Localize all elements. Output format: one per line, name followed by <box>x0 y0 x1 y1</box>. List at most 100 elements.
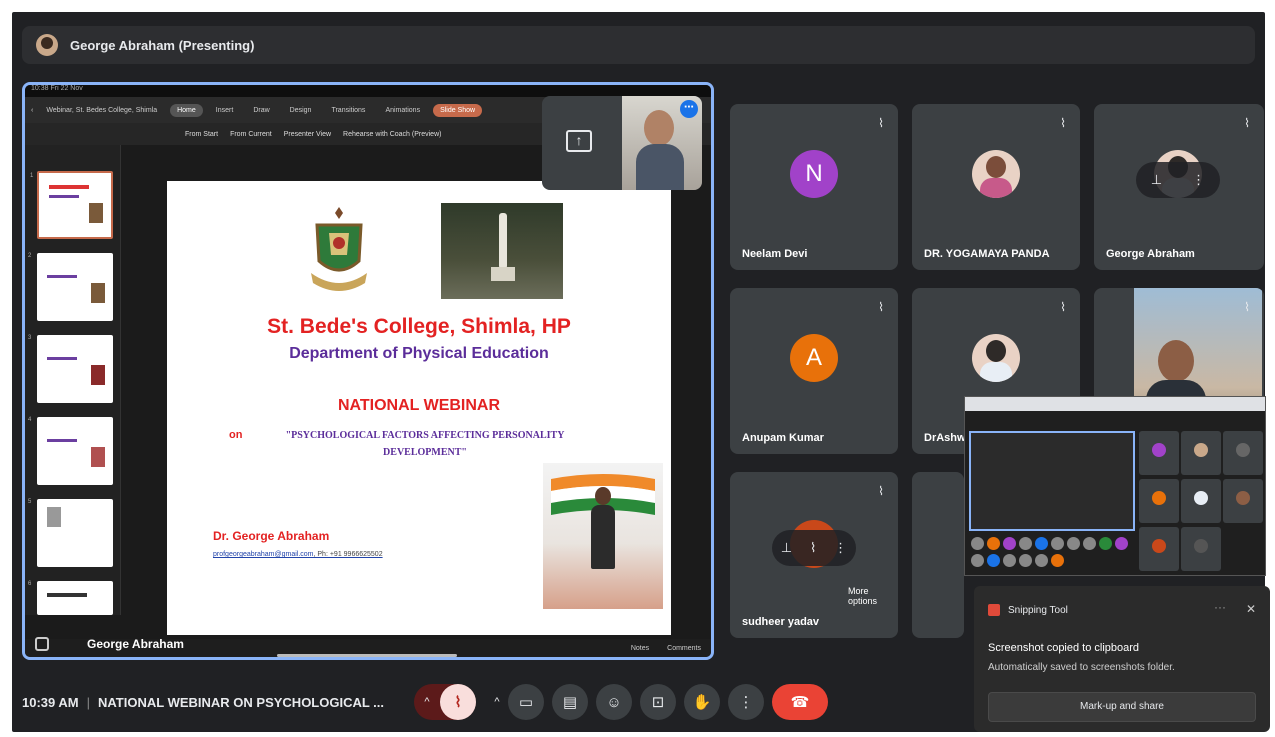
more-options-icon[interactable]: ⋮ <box>1192 172 1205 188</box>
from-current-button: From Current <box>230 130 272 138</box>
tile-hover-controls[interactable]: ⊥ ⌇ ⋮ <box>772 530 856 566</box>
nested-browser-bar <box>965 397 1265 411</box>
ppt-doc-title: Webinar, St. Bedes College, Shimla <box>46 106 158 114</box>
nested-stage <box>969 431 1135 531</box>
presenting-title: George Abraham (Presenting) <box>70 37 255 53</box>
mute-icon[interactable]: ⌇ <box>810 540 816 556</box>
mic-off-icon: ⌇ <box>1244 116 1250 130</box>
slide-college-title: St. Bede's College, Shimla, HP <box>267 315 571 338</box>
presenter-avatar <box>36 34 58 56</box>
slide-thumb: 5 <box>28 499 113 567</box>
pin-icon[interactable] <box>35 637 49 651</box>
participant-tile[interactable]: ⌇ DR. YOGAMAYA PANDA <box>912 104 1080 270</box>
chevron-up-icon[interactable]: ^ <box>414 684 440 720</box>
pin-icon[interactable]: ⊥ <box>781 540 792 556</box>
ppt-tab-insert: Insert <box>215 106 234 114</box>
more-options-button[interactable]: ⋮ <box>728 684 764 720</box>
current-slide: St. Bede's College, Shimla, HP Departmen… <box>167 181 671 635</box>
slide-thumb: 6 <box>28 581 113 615</box>
more-options-tooltip: More options <box>848 586 878 606</box>
nested-participant-strip <box>969 535 1135 569</box>
slide-department: Department of Physical Education <box>289 345 549 362</box>
participant-name: sudheer yadav <box>742 616 820 628</box>
more-icon[interactable]: ··· <box>1214 600 1226 614</box>
meeting-name: NATIONAL WEBINAR ON PSYCHOLOGICAL ... <box>98 694 385 710</box>
clock-time: 10:39 AM <box>22 694 79 710</box>
tile-hover-controls[interactable]: ⊥ ⋮ <box>1136 162 1220 198</box>
chevron-up-icon[interactable]: ^ <box>486 696 508 708</box>
present-button[interactable]: ⊡ <box>640 684 676 720</box>
mic-off-icon: ⌇ <box>878 300 884 314</box>
toast-app: Snipping Tool <box>988 604 1068 616</box>
meeting-info: 10:39 AM | NATIONAL WEBINAR ON PSYCHOLOG… <box>22 695 414 710</box>
slide-on: on <box>229 429 243 441</box>
end-call-button[interactable]: ☎ <box>772 684 828 720</box>
meeting-controls-bar: 10:39 AM | NATIONAL WEBINAR ON PSYCHOLOG… <box>22 680 962 724</box>
ppt-status-time: 10:38 Fri 22 Nov <box>31 85 83 92</box>
slide-thumbnails: 1 2 3 4 5 6 <box>25 145 121 615</box>
ppt-tab-home: Home <box>170 103 203 117</box>
snipping-tool-notification[interactable]: Snipping Tool ··· ✕ Screenshot copied to… <box>974 586 1270 732</box>
present-icon[interactable]: ↑ <box>566 130 592 152</box>
slide-contact: profgeorgeabraham@gmail.com, Ph: +91 996… <box>213 551 383 558</box>
ppt-tab-animations: Animations <box>385 106 421 114</box>
mic-off-icon: ⌇ <box>1060 300 1066 314</box>
mic-off-icon: ⌇ <box>1244 300 1250 314</box>
participant-tile[interactable]: ⌇ A Anupam Kumar <box>730 288 898 454</box>
markup-share-button[interactable]: Mark-up and share <box>988 692 1256 722</box>
nested-screen-preview <box>964 396 1266 576</box>
back-icon: ‹ <box>31 106 34 114</box>
slide-thumb: 1 <box>30 171 113 239</box>
raise-hand-button[interactable]: ✋ <box>684 684 720 720</box>
participant-tile[interactable]: ⌇ ⊥ ⋮ George Abraham <box>1094 104 1264 270</box>
avatar: A <box>790 334 838 382</box>
captions-button[interactable]: ▤ <box>552 684 588 720</box>
statue-photo <box>441 203 563 299</box>
athlete-body <box>591 505 615 569</box>
emoji-button[interactable]: ☺ <box>596 684 632 720</box>
meet-window: George Abraham (Presenting) 10:38 Fri 22… <box>12 12 1270 732</box>
slide-author: Dr. George Abraham <box>213 529 330 543</box>
participant-name: Anupam Kumar <box>742 432 824 444</box>
mic-off-icon: ⌇ <box>1060 116 1066 130</box>
mic-off-button[interactable]: ⌇ <box>440 684 476 720</box>
slide-thumb: 4 <box>28 417 113 485</box>
slide-email: profgeorgeabraham@gmail.com <box>213 551 314 558</box>
stage-presenter-name: George Abraham <box>87 637 184 651</box>
participant-tile[interactable] <box>912 472 964 638</box>
pin-icon[interactable]: ⊥ <box>1151 172 1162 188</box>
self-view-pip[interactable]: ↑ ⋯ <box>542 96 702 190</box>
rehearse-button: Rehearse with Coach (Preview) <box>343 130 442 138</box>
stage-scroll-indicator <box>277 654 457 657</box>
more-options-icon[interactable]: ⋯ <box>680 100 698 118</box>
participant-name: George Abraham <box>1106 248 1195 260</box>
participant-tile[interactable]: ⌇ N Neelam Devi <box>730 104 898 270</box>
mic-off-icon: ⌇ <box>878 116 884 130</box>
toast-title: Screenshot copied to clipboard <box>988 642 1140 654</box>
more-options-icon[interactable]: ⋮ <box>834 540 847 556</box>
from-start-button: From Start <box>185 130 219 138</box>
close-icon[interactable]: ✕ <box>1246 602 1256 616</box>
camera-button[interactable]: ▭ <box>508 684 544 720</box>
ppt-tab-draw: Draw <box>253 106 270 114</box>
college-crest-icon <box>311 207 367 291</box>
notes-button: Notes <box>630 644 650 652</box>
comments-button: Comments <box>667 644 701 652</box>
slide-thumb: 2 <box>28 253 113 321</box>
mic-off-icon: ⌇ <box>878 484 884 498</box>
avatar <box>972 334 1020 382</box>
separator: | <box>86 694 90 710</box>
slide-event: NATIONAL WEBINAR <box>337 397 501 414</box>
ppt-tab-design: Design <box>289 106 312 114</box>
presenter-view-button: Presenter View <box>283 130 332 138</box>
participant-tile[interactable]: ⌇ ⊥ ⌇ ⋮ More options sudheer yadav <box>730 472 898 638</box>
slide-thumb: 3 <box>28 335 113 403</box>
toast-subtitle: Automatically saved to screenshots folde… <box>988 662 1175 673</box>
avatar: N <box>790 150 838 198</box>
presenting-banner: George Abraham (Presenting) <box>22 26 1255 64</box>
athlete-photo <box>543 463 663 609</box>
participant-name: DrAshw <box>924 432 966 444</box>
ppt-tab-slideshow: Slide Show <box>433 103 483 117</box>
mic-control: ^ ⌇ <box>414 684 476 720</box>
athlete-head <box>595 487 611 505</box>
